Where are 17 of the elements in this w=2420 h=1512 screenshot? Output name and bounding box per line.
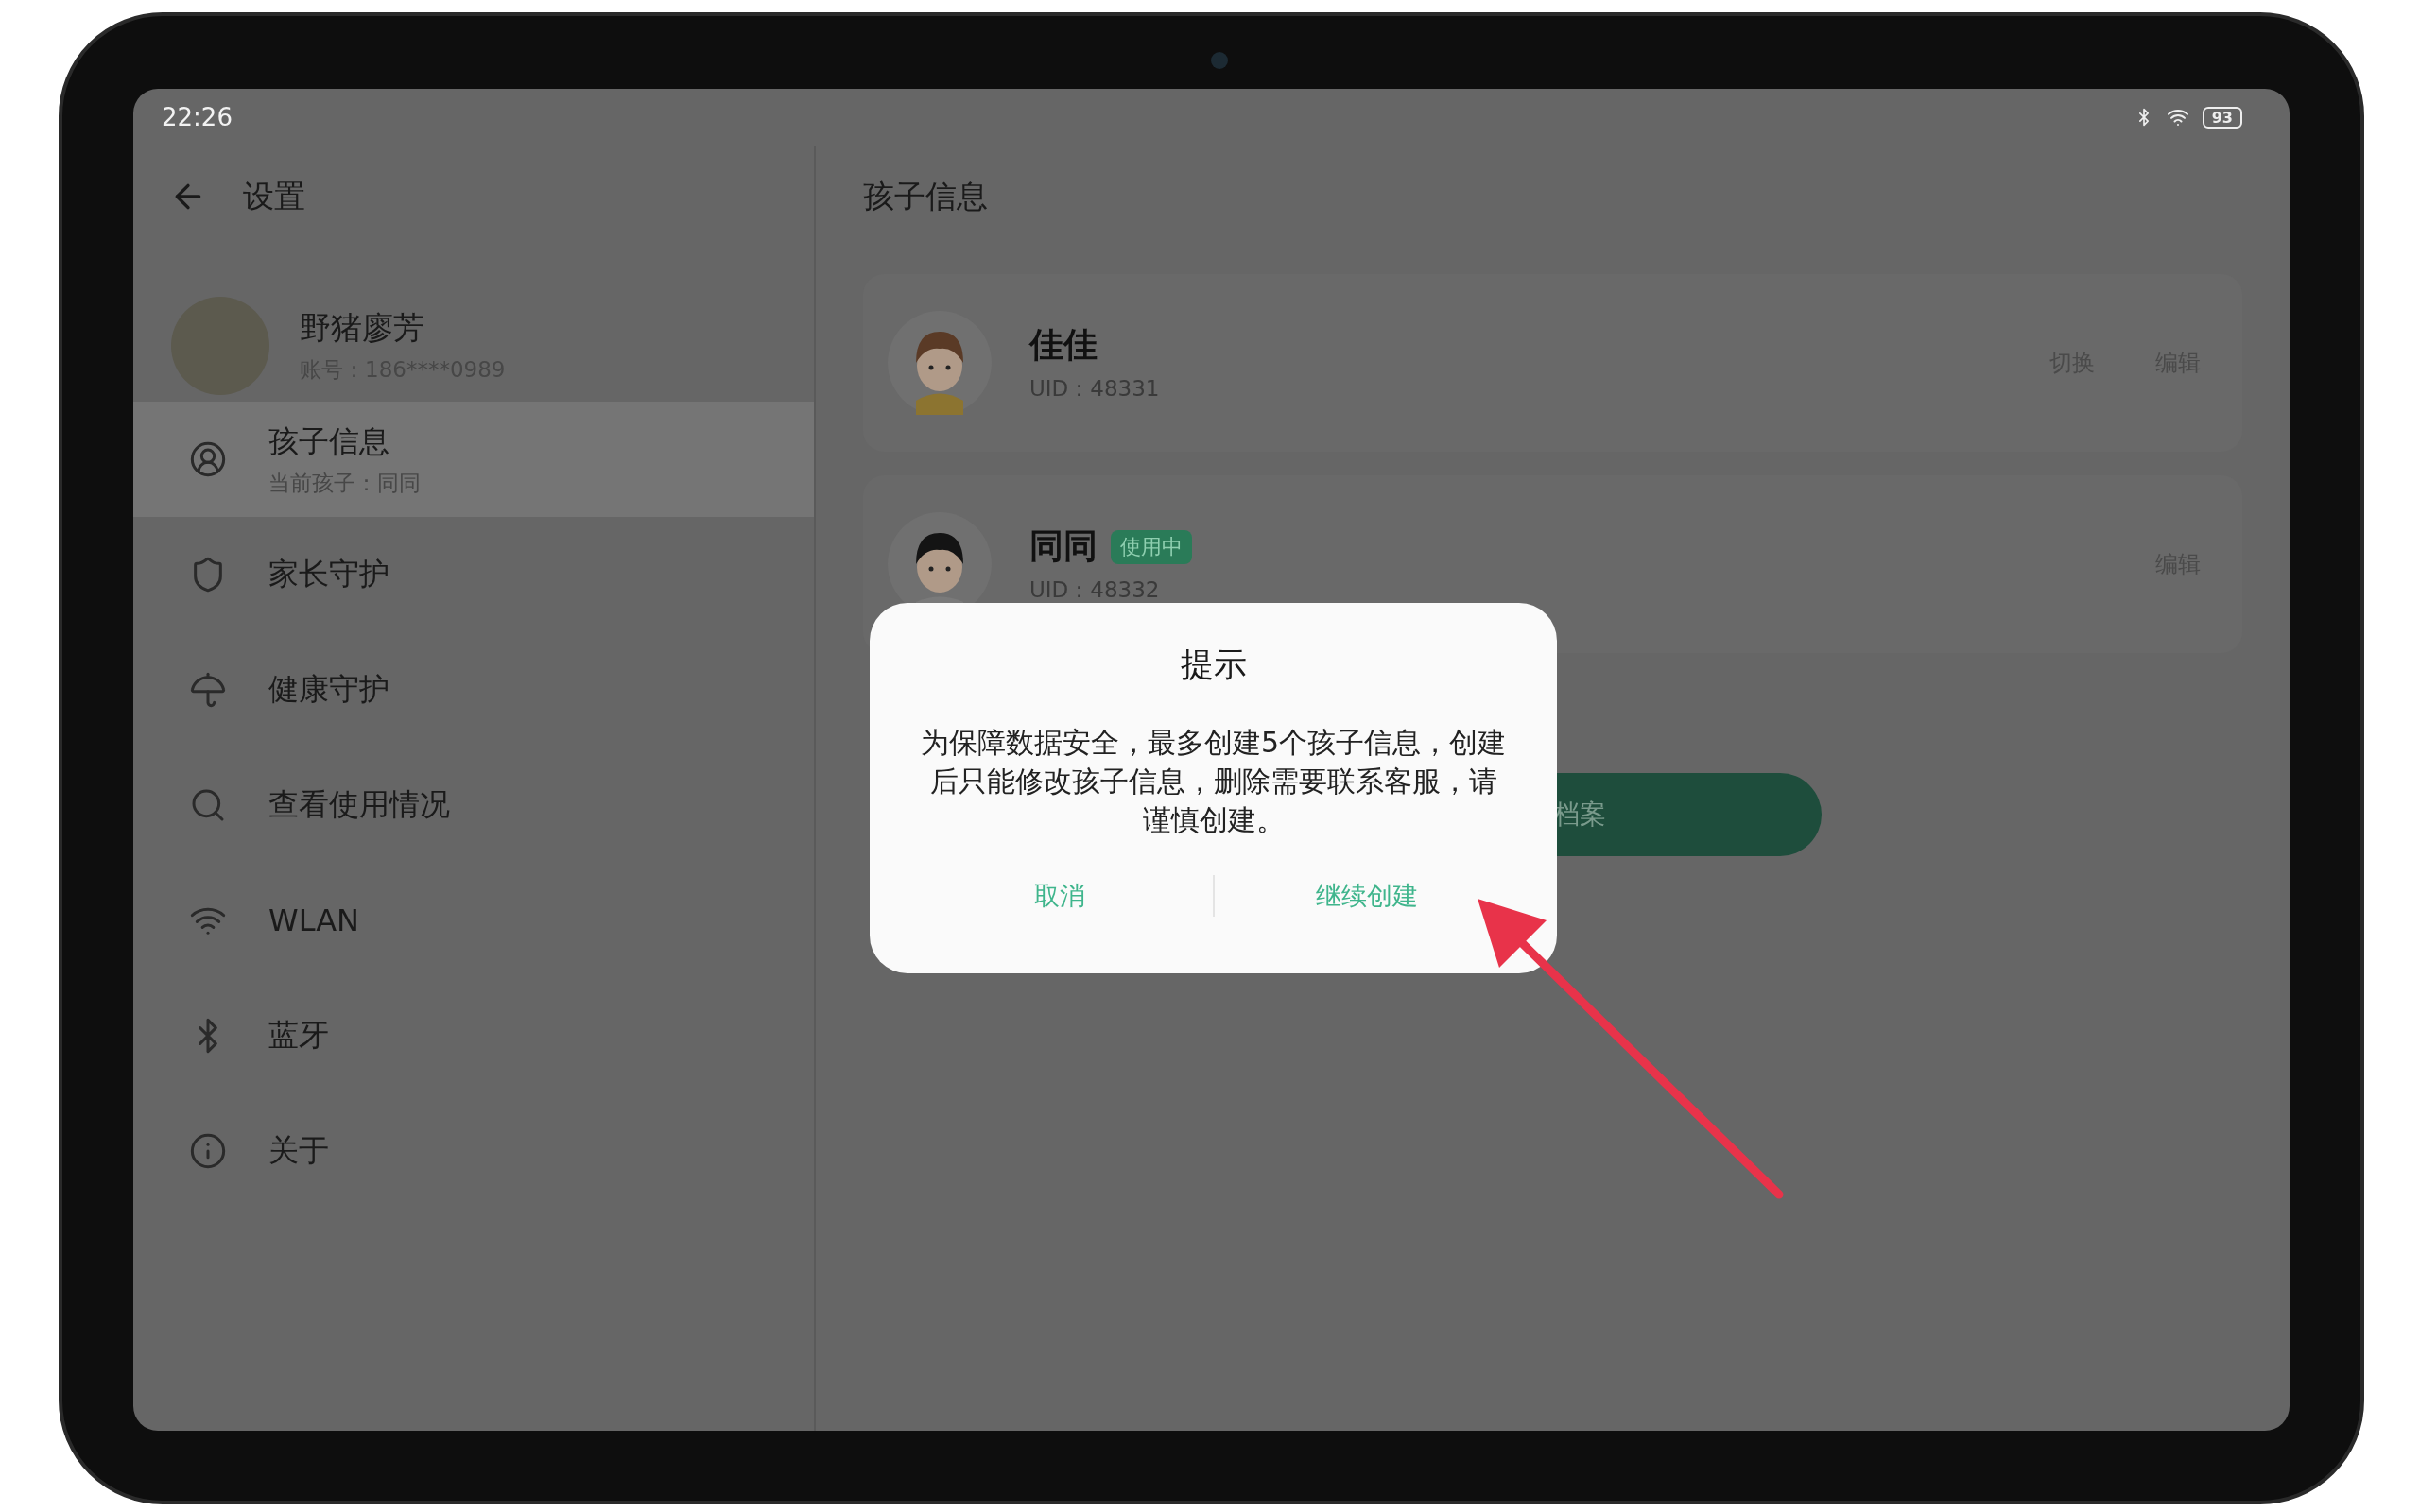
item-label: 孩子信息 xyxy=(268,421,390,461)
dialog-title: 提示 xyxy=(1180,644,1247,685)
user-name: 野猪廖芳 xyxy=(300,308,425,348)
child-name: 佳佳 xyxy=(1029,324,1098,366)
item-label: 蓝牙 xyxy=(268,1016,329,1055)
page-title: 设置 xyxy=(243,176,305,216)
status-time: 22:26 xyxy=(162,103,233,131)
item-label: WLAN xyxy=(268,902,360,938)
item-label: 查看使用情况 xyxy=(268,785,450,824)
dialog-message: 为保障数据安全，最多创建5个孩子信息，创建后只能修改孩子信息，删除需要联系客服，请谨慎创建。 xyxy=(919,725,1508,838)
item-label: 家长守护 xyxy=(268,555,389,593)
item-label: 健康守护 xyxy=(268,670,389,709)
item-label: 关于 xyxy=(268,1131,329,1170)
battery-level: 93 xyxy=(2202,106,2242,129)
in-use-badge: 使用中 xyxy=(1111,529,1192,564)
section-title: 孩子信息 xyxy=(863,176,988,216)
child-name: 同同 xyxy=(1029,525,1098,567)
